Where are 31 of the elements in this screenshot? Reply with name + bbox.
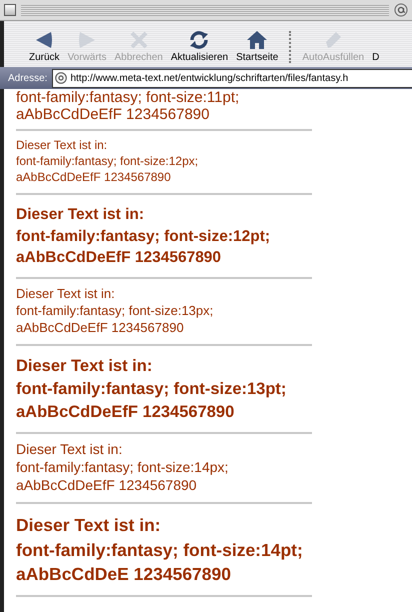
sample-text-line: aAbBcCdDeEfF 1234567890 <box>16 476 198 494</box>
sample-text-line: font-family:fantasy; font-size:11pt; <box>16 89 240 106</box>
sample-text-line: aAbBcCdDeEfF 1234567890 <box>16 106 210 123</box>
sample-text-line: font-family:fantasy; font-size:14pt; <box>16 538 304 562</box>
address-label: Adresse: <box>8 72 48 84</box>
sample-text-line: font-family:fantasy; font-size:13pt; <box>16 379 288 400</box>
sample-text-line: Dieser Text ist in: <box>16 440 124 458</box>
sample-text-line: font-family:fantasy; font-size:12pt; <box>16 226 272 247</box>
toolbar-button[interactable]: Aktualisieren <box>168 30 232 63</box>
address-field[interactable]: http://www.meta-text.net/entwicklung/schriftarten/files/fantasy.h <box>52 68 412 88</box>
refresh-icon <box>188 30 210 50</box>
toolbar-button[interactable]: D <box>369 30 382 63</box>
sample-text-line: aAbBcCdDeEfF 1234567890 <box>16 169 172 185</box>
sample-text-line: font-family:fantasy; font-size:13px; <box>16 302 214 320</box>
sample-text-line: font-family:fantasy; font-size:14px; <box>16 458 230 476</box>
sample-text-line: Dieser Text ist in: <box>16 137 108 153</box>
sample-text-line: aAbBcCdDeEfF 1234567890 <box>16 248 222 268</box>
sample-text-line: Dieser Text ist in: <box>16 514 162 538</box>
sample-text-line: aAbBcCdDeE 1234567890 <box>16 563 232 586</box>
sample-text-line: Dieser Text ist in: <box>16 205 146 225</box>
toolbar-button[interactable]: Startseite <box>233 30 282 63</box>
sample-text-line: font-family:fantasy; font-size:12px; <box>16 153 200 169</box>
sample-text-line: aAbBcCdDeEfF 1234567890 <box>16 319 185 336</box>
toolbar-separator <box>289 31 292 63</box>
house-icon <box>246 30 268 50</box>
toolbar-button[interactable]: Zurück <box>26 30 63 63</box>
x-icon <box>128 30 150 50</box>
sample-text-line: Dieser Text ist in: <box>16 356 154 378</box>
sample-text-line: Dieser Text ist in: <box>16 285 116 302</box>
close-box[interactable] <box>4 4 16 16</box>
sample-text-line: aAbBcCdDeEfF 1234567890 <box>16 402 236 424</box>
